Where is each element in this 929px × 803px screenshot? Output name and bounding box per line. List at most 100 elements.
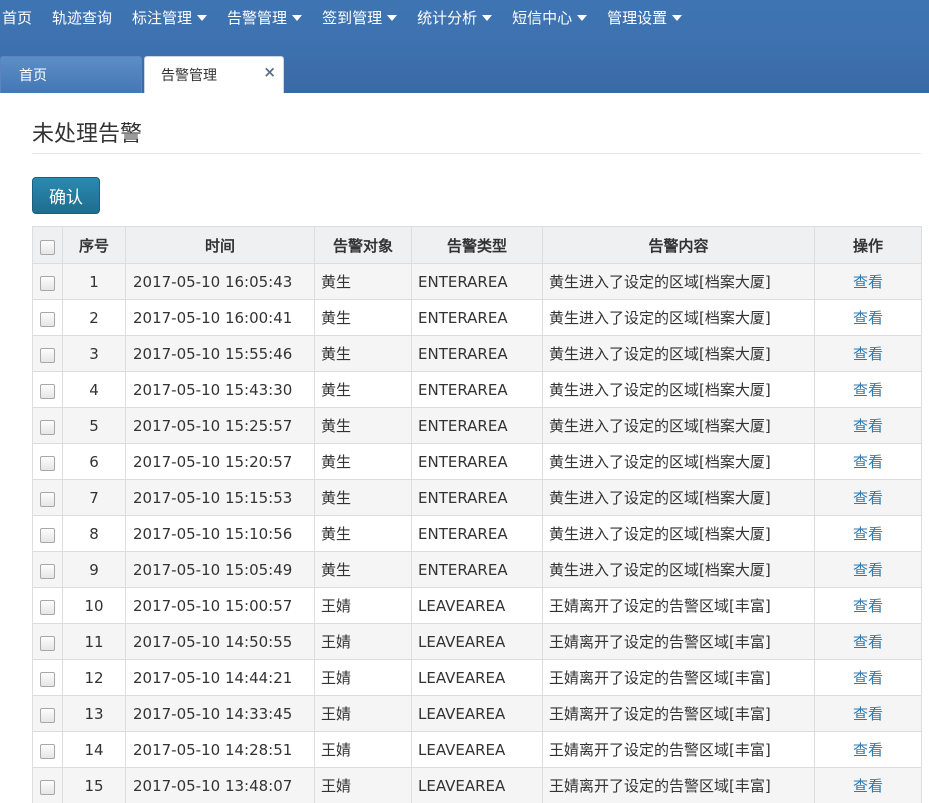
cell-index: 12 (62, 659, 126, 696)
row-checkbox[interactable] (40, 420, 55, 435)
row-checkbox[interactable] (40, 708, 55, 723)
cell-index: 14 (62, 731, 126, 768)
cell-action: 查看 (814, 515, 922, 552)
caret-down-icon (387, 15, 398, 21)
header-time: 时间 (125, 226, 315, 264)
view-link[interactable]: 查看 (853, 561, 883, 579)
row-checkbox[interactable] (40, 780, 55, 795)
row-checkbox[interactable] (40, 636, 55, 651)
cell-action: 查看 (814, 731, 922, 768)
cell-target: 黄生 (314, 371, 412, 408)
nav-item-5[interactable]: 统计分析 (407, 0, 502, 36)
cell-type: ENTERAREA (411, 551, 543, 588)
row-checkbox[interactable] (40, 744, 55, 759)
cell-target: 黄生 (314, 551, 412, 588)
row-checkbox[interactable] (40, 600, 55, 615)
cell-index: 9 (62, 551, 126, 588)
table-header-row: 序号 时间 告警对象 告警类型 告警内容 操作 (32, 226, 922, 264)
view-link[interactable]: 查看 (853, 741, 883, 759)
table-row: 4 2017-05-10 15:43:30 黄生 ENTERAREA 黄生进入了设定的区… (32, 371, 922, 408)
view-link[interactable]: 查看 (853, 669, 883, 687)
row-checkbox[interactable] (40, 348, 55, 363)
cell-index: 10 (62, 587, 126, 624)
row-checkbox-cell (32, 443, 63, 480)
view-link[interactable]: 查看 (853, 597, 883, 615)
cell-type: ENTERAREA (411, 479, 543, 516)
cell-type: ENTERAREA (411, 263, 543, 300)
view-link[interactable]: 查看 (853, 345, 883, 363)
nav-item-label: 短信中心 (512, 9, 573, 27)
nav-item-6[interactable]: 短信中心 (502, 0, 597, 36)
cell-index: 13 (62, 695, 126, 732)
tab-alarm-management[interactable]: 告警管理 × (144, 56, 284, 93)
title-divider (32, 153, 921, 154)
row-checkbox-cell (32, 551, 63, 588)
view-link[interactable]: 查看 (853, 381, 883, 399)
cell-type: LEAVEAREA (411, 623, 543, 660)
cell-content: 黄生进入了设定的区域[档案大厦] (542, 299, 815, 336)
cell-content: 王婧离开了设定的告警区域[丰富] (542, 623, 815, 660)
cell-action: 查看 (814, 371, 922, 408)
caret-down-icon (292, 15, 303, 21)
nav-item-7[interactable]: 管理设置 (597, 0, 692, 36)
cell-target: 王婧 (314, 767, 412, 803)
row-checkbox[interactable] (40, 564, 55, 579)
tab-alarm-label: 告警管理 (161, 68, 217, 84)
cell-action: 查看 (814, 767, 922, 803)
row-checkbox[interactable] (40, 312, 55, 327)
row-checkbox[interactable] (40, 276, 55, 291)
cell-type: ENTERAREA (411, 335, 543, 372)
nav-item-label: 签到管理 (322, 9, 383, 27)
main-menu: 首页 轨迹查询 标注管理 告警管理 签到管理 统计分析 短信中心 管理设置 (0, 0, 692, 36)
tab-home-label: 首页 (19, 68, 47, 84)
table-body: 1 2017-05-10 16:05:43 黄生 ENTERAREA 黄生进入了设定的区… (32, 263, 922, 803)
view-link[interactable]: 查看 (853, 273, 883, 291)
cell-time: 2017-05-10 13:48:07 (125, 767, 315, 803)
nav-item-3[interactable]: 告警管理 (217, 0, 312, 36)
cell-content: 黄生进入了设定的区域[档案大厦] (542, 407, 815, 444)
row-checkbox[interactable] (40, 672, 55, 687)
cell-time: 2017-05-10 16:00:41 (125, 299, 315, 336)
row-checkbox[interactable] (40, 456, 55, 471)
cell-action: 查看 (814, 335, 922, 372)
row-checkbox[interactable] (40, 528, 55, 543)
view-link[interactable]: 查看 (853, 453, 883, 471)
nav-item-label: 告警管理 (227, 9, 288, 27)
cell-index: 3 (62, 335, 126, 372)
table-row: 9 2017-05-10 15:05:49 黄生 ENTERAREA 黄生进入了设定的区… (32, 551, 922, 588)
view-link[interactable]: 查看 (853, 705, 883, 723)
view-link[interactable]: 查看 (853, 777, 883, 795)
cell-content: 黄生进入了设定的区域[档案大厦] (542, 551, 815, 588)
nav-item-label: 统计分析 (417, 9, 478, 27)
top-navbar: 首页 轨迹查询 标注管理 告警管理 签到管理 统计分析 短信中心 管理设置 首页 告警管理 × (0, 0, 929, 93)
cell-action: 查看 (814, 587, 922, 624)
view-link[interactable]: 查看 (853, 489, 883, 507)
view-link[interactable]: 查看 (853, 309, 883, 327)
close-icon[interactable]: × (263, 64, 276, 80)
cell-target: 王婧 (314, 623, 412, 660)
cell-index: 2 (62, 299, 126, 336)
nav-item-4[interactable]: 签到管理 (312, 0, 407, 36)
cell-content: 王婧离开了设定的告警区域[丰富] (542, 659, 815, 696)
view-link[interactable]: 查看 (853, 633, 883, 651)
confirm-button[interactable]: 确认 (32, 177, 100, 214)
table-row: 13 2017-05-10 14:33:45 王婧 LEAVEAREA 王婧离开了设定的… (32, 695, 922, 732)
header-content: 告警内容 (542, 226, 815, 264)
row-checkbox-cell (32, 695, 63, 732)
cell-content: 王婧离开了设定的告警区域[丰富] (542, 695, 815, 732)
row-checkbox-cell (32, 767, 63, 803)
cell-time: 2017-05-10 15:05:49 (125, 551, 315, 588)
view-link[interactable]: 查看 (853, 525, 883, 543)
row-checkbox[interactable] (40, 492, 55, 507)
view-link[interactable]: 查看 (853, 417, 883, 435)
cell-time: 2017-05-10 15:55:46 (125, 335, 315, 372)
row-checkbox[interactable] (40, 384, 55, 399)
select-all-checkbox[interactable] (40, 239, 55, 255)
nav-item-0[interactable]: 首页 (0, 0, 42, 36)
cell-content: 王婧离开了设定的告警区域[丰富] (542, 767, 815, 803)
nav-item-label: 标注管理 (132, 9, 193, 27)
tab-home[interactable]: 首页 (0, 56, 142, 93)
cell-index: 8 (62, 515, 126, 552)
nav-item-2[interactable]: 标注管理 (122, 0, 217, 36)
nav-item-1[interactable]: 轨迹查询 (42, 0, 122, 36)
